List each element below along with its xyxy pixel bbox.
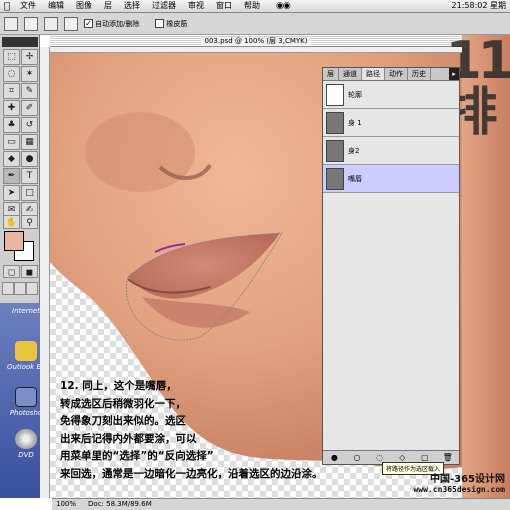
- pen-tool-icon[interactable]: ✒: [3, 168, 20, 184]
- desktop-icon-label: Photosho: [9, 409, 43, 417]
- dvd-icon: [15, 429, 37, 449]
- tab-actions[interactable]: 动作: [385, 68, 408, 80]
- options-bar: ✓ 自动添加/删除 橡皮筋: [0, 13, 510, 35]
- horizontal-ruler: [50, 47, 462, 53]
- menu-view[interactable]: 审视: [182, 0, 210, 12]
- path-name: 轮廓: [348, 90, 362, 99]
- document-title-bar[interactable]: 003.psd @ 100% (层 3,CMYK): [50, 35, 462, 47]
- watermark-line2: www.cn365design.com: [413, 485, 505, 494]
- brush-tool-icon[interactable]: ✐: [21, 100, 38, 116]
- blur-tool-icon[interactable]: ◆: [3, 151, 20, 167]
- apple-icon[interactable]: : [0, 1, 14, 12]
- checkbox-box: [155, 19, 165, 28]
- clock: 21:58:02 星期: [451, 1, 506, 10]
- zoom-level[interactable]: 100%: [56, 499, 76, 510]
- quickmask-off-icon[interactable]: ◻: [3, 265, 20, 278]
- menu-file[interactable]: 文件: [14, 0, 42, 12]
- watermark-line1: 中国-365设计网: [429, 474, 505, 485]
- slice-tool-icon[interactable]: ✎: [21, 83, 38, 99]
- palette-tabs: 层 通道 路径 动作 历史 ▸: [323, 68, 459, 81]
- history-brush-tool-icon[interactable]: ↺: [21, 117, 38, 133]
- desktop-icon-label: Internet: [12, 307, 40, 315]
- fill-mode-icon[interactable]: [64, 16, 78, 31]
- eyes-icon: ◉◉: [276, 1, 291, 11]
- pen-tool-icon[interactable]: [4, 16, 18, 31]
- screen-mode-3-icon[interactable]: [26, 282, 38, 295]
- path-row[interactable]: 身 1: [323, 109, 459, 137]
- menu-select[interactable]: 选择: [118, 0, 146, 12]
- outlook-icon: [15, 341, 37, 361]
- healing-tool-icon[interactable]: ✚: [3, 100, 20, 116]
- rubber-band-label: 橡皮筋: [166, 19, 188, 28]
- auto-add-delete-checkbox[interactable]: ✓ 自动添加/删除: [84, 19, 139, 29]
- magic-wand-tool-icon[interactable]: ✶: [21, 66, 38, 82]
- screen-mode-1-icon[interactable]: [2, 282, 14, 295]
- desktop-icon-label: DVD: [18, 451, 34, 459]
- path-name: 身2: [348, 146, 360, 155]
- stroke-path-icon[interactable]: ○: [352, 453, 362, 463]
- zoom-tool-icon[interactable]: ⚲: [21, 215, 38, 229]
- foreground-color-swatch[interactable]: [4, 231, 24, 251]
- crop-tool-icon[interactable]: ⌗: [3, 83, 20, 99]
- path-row[interactable]: 身2: [323, 137, 459, 165]
- tab-channels[interactable]: 通道: [339, 68, 362, 80]
- menu-edit[interactable]: 编辑: [42, 0, 70, 12]
- tab-paths[interactable]: 路径: [362, 68, 385, 80]
- dodge-tool-icon[interactable]: ●: [21, 151, 38, 167]
- menu-image[interactable]: 图像: [70, 0, 98, 12]
- type-tool-icon[interactable]: T: [21, 168, 38, 184]
- new-path-icon[interactable]: ▢: [420, 453, 430, 463]
- path-row[interactable]: 轮廓: [323, 81, 459, 109]
- auto-add-delete-label: 自动添加/删除: [95, 19, 140, 28]
- gradient-tool-icon[interactable]: ▦: [21, 134, 38, 150]
- doc-size: Doc: 58.3M/89.6M: [88, 500, 152, 508]
- path-thumbnail: [326, 111, 344, 134]
- checkmark-icon: ✓: [84, 19, 93, 28]
- marquee-tool-icon[interactable]: ⬚: [3, 49, 20, 65]
- stamp-tool-icon[interactable]: ♣: [3, 117, 20, 133]
- palette-menu-arrow-icon[interactable]: ▸: [449, 68, 459, 80]
- toolbox: ⬚ ✢ ◌ ✶ ⌗ ✎ ✚ ✐ ♣ ↺ ▭ ▦ ◆ ● ✒ T ➤ □ ✉ ✍ …: [0, 35, 40, 303]
- path-row-selected[interactable]: 嘴唇: [323, 165, 459, 193]
- path-select-tool-icon[interactable]: ➤: [3, 185, 20, 201]
- screen-mode-2-icon[interactable]: [14, 282, 26, 295]
- path-thumbnail: [326, 167, 344, 190]
- menu-layer[interactable]: 层: [98, 0, 118, 12]
- eraser-tool-icon[interactable]: ▭: [3, 134, 20, 150]
- paths-palette: 层 通道 路径 动作 历史 ▸ 轮廓 身 1 身2 嘴唇 ● ○ ◌ ◇ ▢ 🗑: [322, 67, 460, 465]
- second-window[interactable]: 11 排: [446, 35, 510, 498]
- trash-icon[interactable]: 🗑: [443, 453, 453, 463]
- shape-mode-icon[interactable]: [24, 16, 38, 31]
- document-title: 003.psd @ 100% (层 3,CMYK): [200, 37, 312, 45]
- shape-tool-icon[interactable]: □: [21, 185, 38, 201]
- vertical-ruler: [40, 47, 50, 498]
- menu-filter[interactable]: 过滤器: [146, 0, 182, 12]
- hand-tool-icon[interactable]: ✋: [3, 215, 20, 229]
- tab-layers[interactable]: 层: [323, 68, 339, 80]
- menu-help[interactable]: 帮助: [238, 0, 266, 12]
- make-path-icon[interactable]: ◇: [397, 453, 407, 463]
- path-mode-icon[interactable]: [44, 16, 58, 31]
- tab-history[interactable]: 历史: [408, 68, 431, 80]
- path-name: 身 1: [348, 118, 362, 127]
- toolbox-header: [2, 37, 38, 47]
- menu-window[interactable]: 窗口: [210, 0, 238, 12]
- path-name: 嘴唇: [348, 174, 362, 183]
- photoshop-icon: [15, 387, 37, 407]
- watermark: 中国-365设计网 www.cn365design.com: [385, 470, 505, 494]
- load-selection-icon[interactable]: ◌: [375, 453, 385, 463]
- rubber-band-checkbox[interactable]: 橡皮筋: [155, 19, 187, 29]
- move-tool-icon[interactable]: ✢: [21, 49, 38, 65]
- status-bar: 100% Doc: 58.3M/89.6M: [52, 498, 510, 510]
- path-thumbnail: [326, 83, 344, 106]
- quickmask-on-icon[interactable]: ◼: [21, 265, 38, 278]
- menubar:  文件 编辑 图像 层 选择 过滤器 审视 窗口 帮助 ◉◉ 21:58:02…: [0, 0, 510, 13]
- note-line: 来回选，通常是一边暗化一边亮化，沿着选区的边沿涂。: [60, 467, 323, 480]
- path-thumbnail: [326, 139, 344, 162]
- lasso-tool-icon[interactable]: ◌: [3, 66, 20, 82]
- fill-path-icon[interactable]: ●: [329, 453, 339, 463]
